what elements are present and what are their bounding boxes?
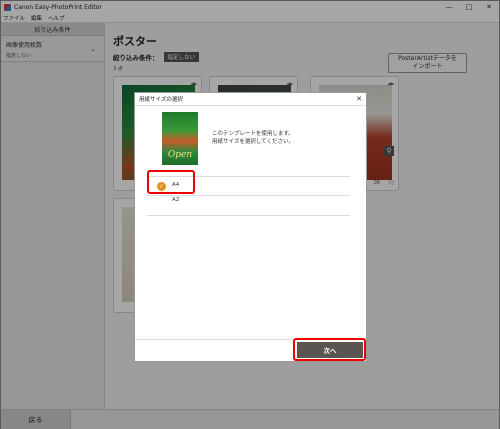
highlight-a4-option — [147, 170, 195, 194]
message-line-1: このテンプレートを使用します。 — [212, 131, 294, 137]
preview-text: Open — [167, 150, 193, 160]
message-line-2: 用紙サイズを選択してください。 — [212, 139, 295, 146]
dialog-title: 用紙サイズの選択 — [139, 97, 183, 103]
paper-size-dialog: 用紙サイズの選択 ✕ Open このテンプレートを使用します。 用紙サイズを選択… — [134, 92, 367, 362]
dialog-title-bar: 用紙サイズの選択 ✕ — [135, 93, 366, 106]
template-preview: Open — [162, 112, 198, 165]
dialog-message: このテンプレートを使用します。 用紙サイズを選択してください。 — [212, 130, 352, 147]
highlight-next-button — [293, 338, 366, 361]
dialog-close-icon[interactable]: ✕ — [352, 95, 366, 103]
size-option-a2[interactable]: A2 — [147, 196, 350, 216]
size-label-a2: A2 — [172, 197, 180, 203]
